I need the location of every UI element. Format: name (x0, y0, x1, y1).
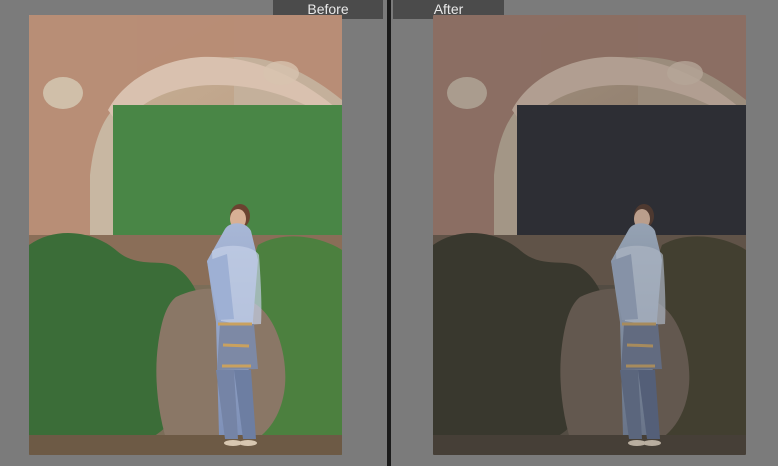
before-photo-art (29, 15, 342, 455)
before-pane: Before (0, 0, 387, 466)
before-photo (29, 15, 342, 455)
after-pane: After (391, 0, 778, 466)
after-photo (433, 15, 746, 455)
after-photo-art (433, 15, 746, 455)
